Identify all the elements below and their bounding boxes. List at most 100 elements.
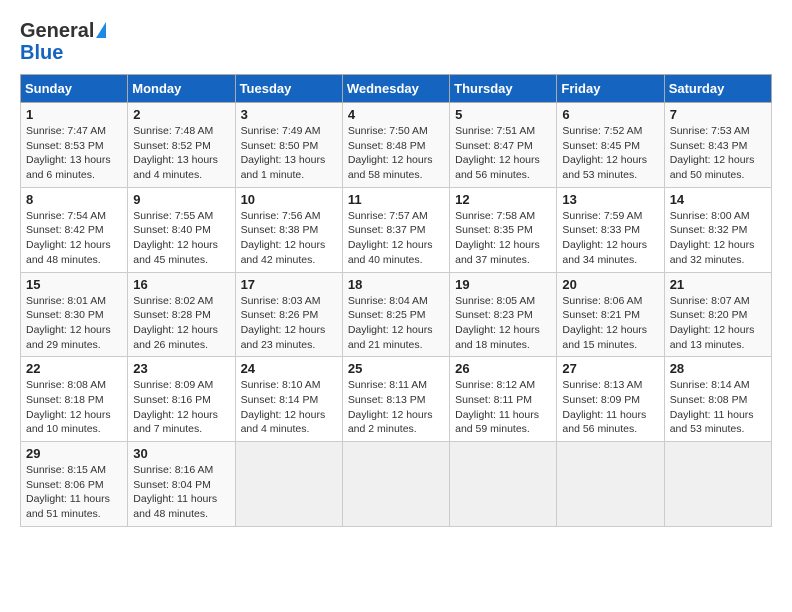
day-info: Sunrise: 8:09 AMSunset: 8:16 PMDaylight:… (133, 378, 229, 437)
calendar-cell: 2 Sunrise: 7:48 AMSunset: 8:52 PMDaylight… (128, 103, 235, 188)
calendar-cell: 23 Sunrise: 8:09 AMSunset: 8:16 PMDayligh… (128, 357, 235, 442)
col-header-monday: Monday (128, 75, 235, 103)
col-header-tuesday: Tuesday (235, 75, 342, 103)
day-number: 29 (26, 446, 122, 461)
day-number: 12 (455, 192, 551, 207)
logo-triangle-icon (96, 22, 106, 38)
day-info: Sunrise: 8:00 AMSunset: 8:32 PMDaylight:… (670, 209, 766, 268)
calendar-week-row: 15 Sunrise: 8:01 AMSunset: 8:30 PMDayligh… (21, 272, 772, 357)
calendar-header-row: SundayMondayTuesdayWednesdayThursdayFrid… (21, 75, 772, 103)
calendar-cell: 3 Sunrise: 7:49 AMSunset: 8:50 PMDaylight… (235, 103, 342, 188)
day-info: Sunrise: 7:57 AMSunset: 8:37 PMDaylight:… (348, 209, 444, 268)
day-number: 11 (348, 192, 444, 207)
day-number: 2 (133, 107, 229, 122)
calendar-cell: 25Sunrise: 8:11 AMSunset: 8:13 PMDayligh… (342, 357, 449, 442)
day-number: 17 (241, 277, 337, 292)
day-number: 18 (348, 277, 444, 292)
day-info: Sunrise: 8:11 AMSunset: 8:13 PMDaylight:… (348, 378, 444, 437)
calendar-cell: 7 Sunrise: 7:53 AMSunset: 8:43 PMDaylight… (664, 103, 771, 188)
calendar-cell: 21 Sunrise: 8:07 AMSunset: 8:20 PMDayligh… (664, 272, 771, 357)
day-info: Sunrise: 8:03 AMSunset: 8:26 PMDaylight:… (241, 294, 337, 353)
calendar-cell: 14 Sunrise: 8:00 AMSunset: 8:32 PMDayligh… (664, 187, 771, 272)
calendar-cell: 30 Sunrise: 8:16 AMSunset: 8:04 PMDayligh… (128, 442, 235, 527)
calendar-cell: 12Sunrise: 7:58 AMSunset: 8:35 PMDayligh… (450, 187, 557, 272)
day-number: 28 (670, 361, 766, 376)
calendar-cell: 18 Sunrise: 8:04 AMSunset: 8:25 PMDayligh… (342, 272, 449, 357)
day-number: 22 (26, 361, 122, 376)
calendar-cell: 1 Sunrise: 7:47 AMSunset: 8:53 PMDaylight… (21, 103, 128, 188)
day-info: Sunrise: 7:49 AMSunset: 8:50 PMDaylight:… (241, 124, 337, 183)
day-number: 9 (133, 192, 229, 207)
day-info: Sunrise: 7:54 AMSunset: 8:42 PMDaylight:… (26, 209, 122, 268)
calendar-week-row: 29 Sunrise: 8:15 AMSunset: 8:06 PMDayligh… (21, 442, 772, 527)
day-info: Sunrise: 8:05 AMSunset: 8:23 PMDaylight:… (455, 294, 551, 353)
day-info: Sunrise: 8:04 AMSunset: 8:25 PMDaylight:… (348, 294, 444, 353)
day-number: 27 (562, 361, 658, 376)
calendar-table: SundayMondayTuesdayWednesdayThursdayFrid… (20, 74, 772, 527)
day-number: 4 (348, 107, 444, 122)
calendar-cell: 5 Sunrise: 7:51 AMSunset: 8:47 PMDaylight… (450, 103, 557, 188)
col-header-friday: Friday (557, 75, 664, 103)
day-number: 3 (241, 107, 337, 122)
day-info: Sunrise: 7:47 AMSunset: 8:53 PMDaylight:… (26, 124, 122, 183)
day-info: Sunrise: 7:51 AMSunset: 8:47 PMDaylight:… (455, 124, 551, 183)
day-number: 15 (26, 277, 122, 292)
calendar-cell: 11 Sunrise: 7:57 AMSunset: 8:37 PMDayligh… (342, 187, 449, 272)
calendar-cell (342, 442, 449, 527)
day-info: Sunrise: 8:15 AMSunset: 8:06 PMDaylight:… (26, 463, 122, 522)
day-info: Sunrise: 8:01 AMSunset: 8:30 PMDaylight:… (26, 294, 122, 353)
col-header-saturday: Saturday (664, 75, 771, 103)
day-info: Sunrise: 8:06 AMSunset: 8:21 PMDaylight:… (562, 294, 658, 353)
day-info: Sunrise: 7:56 AMSunset: 8:38 PMDaylight:… (241, 209, 337, 268)
day-number: 21 (670, 277, 766, 292)
logo-general: General (20, 20, 94, 42)
day-info: Sunrise: 8:12 AMSunset: 8:11 PMDaylight:… (455, 378, 551, 437)
logo: General Blue (20, 20, 106, 64)
day-info: Sunrise: 8:02 AMSunset: 8:28 PMDaylight:… (133, 294, 229, 353)
day-number: 10 (241, 192, 337, 207)
calendar-cell: 20Sunrise: 8:06 AMSunset: 8:21 PMDayligh… (557, 272, 664, 357)
calendar-cell: 16 Sunrise: 8:02 AMSunset: 8:28 PMDayligh… (128, 272, 235, 357)
logo-text: General Blue (20, 20, 106, 64)
day-info: Sunrise: 7:52 AMSunset: 8:45 PMDaylight:… (562, 124, 658, 183)
calendar-cell: 28 Sunrise: 8:14 AMSunset: 8:08 PMDayligh… (664, 357, 771, 442)
day-info: Sunrise: 7:59 AMSunset: 8:33 PMDaylight:… (562, 209, 658, 268)
calendar-cell: 26 Sunrise: 8:12 AMSunset: 8:11 PMDayligh… (450, 357, 557, 442)
calendar-week-row: 1 Sunrise: 7:47 AMSunset: 8:53 PMDaylight… (21, 103, 772, 188)
day-number: 13 (562, 192, 658, 207)
page-header: General Blue (20, 20, 772, 64)
calendar-week-row: 22 Sunrise: 8:08 AMSunset: 8:18 PMDayligh… (21, 357, 772, 442)
day-number: 5 (455, 107, 551, 122)
calendar-cell: 29 Sunrise: 8:15 AMSunset: 8:06 PMDayligh… (21, 442, 128, 527)
day-info: Sunrise: 8:10 AMSunset: 8:14 PMDaylight:… (241, 378, 337, 437)
col-header-thursday: Thursday (450, 75, 557, 103)
calendar-cell: 6 Sunrise: 7:52 AMSunset: 8:45 PMDaylight… (557, 103, 664, 188)
day-info: Sunrise: 7:55 AMSunset: 8:40 PMDaylight:… (133, 209, 229, 268)
calendar-cell: 24Sunrise: 8:10 AMSunset: 8:14 PMDayligh… (235, 357, 342, 442)
calendar-week-row: 8 Sunrise: 7:54 AMSunset: 8:42 PMDaylight… (21, 187, 772, 272)
day-info: Sunrise: 7:48 AMSunset: 8:52 PMDaylight:… (133, 124, 229, 183)
day-info: Sunrise: 8:07 AMSunset: 8:20 PMDaylight:… (670, 294, 766, 353)
day-number: 19 (455, 277, 551, 292)
day-number: 6 (562, 107, 658, 122)
day-number: 16 (133, 277, 229, 292)
calendar-cell: 17 Sunrise: 8:03 AMSunset: 8:26 PMDayligh… (235, 272, 342, 357)
day-info: Sunrise: 8:14 AMSunset: 8:08 PMDaylight:… (670, 378, 766, 437)
calendar-cell: 8 Sunrise: 7:54 AMSunset: 8:42 PMDaylight… (21, 187, 128, 272)
calendar-cell (235, 442, 342, 527)
day-info: Sunrise: 8:08 AMSunset: 8:18 PMDaylight:… (26, 378, 122, 437)
calendar-cell (557, 442, 664, 527)
day-number: 23 (133, 361, 229, 376)
calendar-cell: 15 Sunrise: 8:01 AMSunset: 8:30 PMDayligh… (21, 272, 128, 357)
calendar-cell: 9 Sunrise: 7:55 AMSunset: 8:40 PMDaylight… (128, 187, 235, 272)
day-number: 26 (455, 361, 551, 376)
day-number: 30 (133, 446, 229, 461)
day-info: Sunrise: 8:16 AMSunset: 8:04 PMDaylight:… (133, 463, 229, 522)
day-number: 14 (670, 192, 766, 207)
day-number: 8 (26, 192, 122, 207)
calendar-cell: 10 Sunrise: 7:56 AMSunset: 8:38 PMDayligh… (235, 187, 342, 272)
day-number: 7 (670, 107, 766, 122)
day-info: Sunrise: 7:53 AMSunset: 8:43 PMDaylight:… (670, 124, 766, 183)
calendar-cell (664, 442, 771, 527)
day-number: 1 (26, 107, 122, 122)
